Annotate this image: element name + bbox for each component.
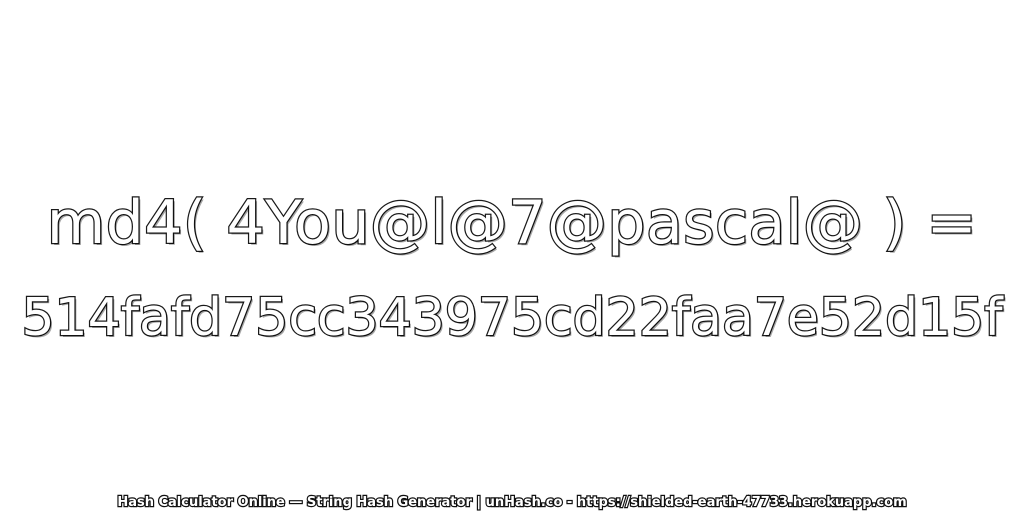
hash-result: 514fafd75cc343975cd22faa7e52d15f [20, 287, 1004, 350]
hash-expression: md4( 4You@l@7@pascal@ ) = [46, 187, 979, 260]
footer-credit: Hash Calculator Online — String Hash Gen… [116, 494, 908, 511]
